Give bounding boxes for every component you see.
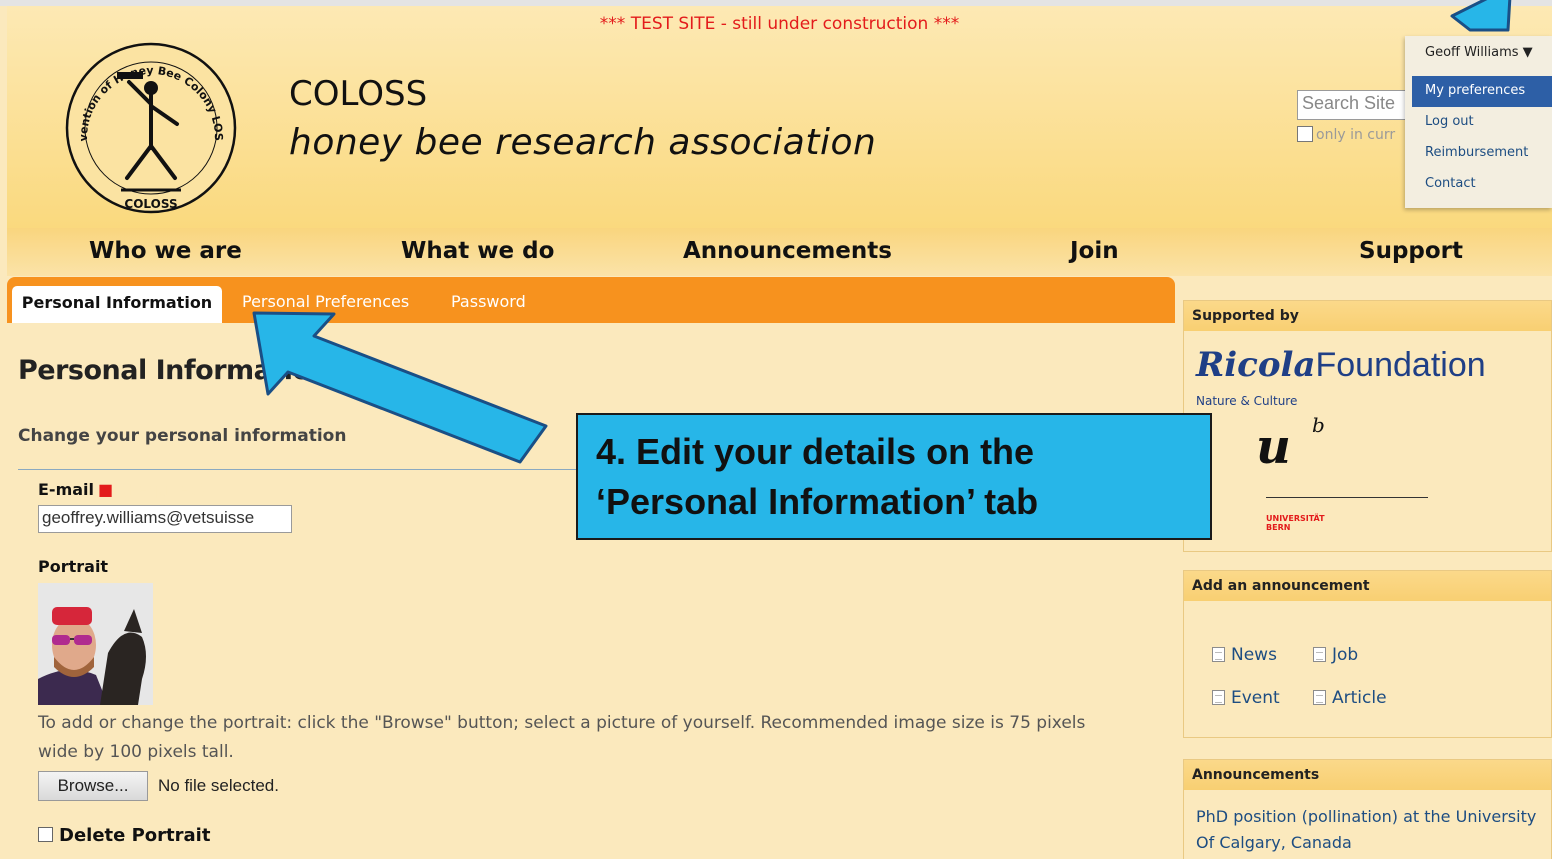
nav-join[interactable]: Join xyxy=(1070,238,1119,264)
delete-portrait-label: Delete Portrait xyxy=(59,825,211,846)
announcements-box: Announcements PhD position (pollination)… xyxy=(1183,759,1552,859)
add-job-link[interactable]: Job xyxy=(1313,645,1358,665)
page: *** TEST SITE - still under construction… xyxy=(0,0,1552,859)
email-label-text: E-mail xyxy=(38,480,95,499)
unibern-logo-rule xyxy=(1266,497,1428,498)
callout-text: 4. Edit your details on the ‘Personal In… xyxy=(596,427,1192,527)
test-site-banner: *** TEST SITE - still under construction… xyxy=(599,14,960,34)
add-announcement-heading: Add an announcement xyxy=(1184,571,1551,601)
email-label: E-mail ■ (Required) xyxy=(38,480,205,499)
page-subtitle: Change your personal information xyxy=(18,426,347,446)
unibern-logo-text: UNIVERSITÄT BERN xyxy=(1266,514,1325,532)
announcement-link[interactable]: PhD position (pollination) at the Univer… xyxy=(1196,804,1552,856)
instruction-callout: 4. Edit your details on the ‘Personal In… xyxy=(576,413,1212,540)
ricola-foundation-logo[interactable]: RicolaFoundation xyxy=(1196,345,1486,385)
add-news-link[interactable]: News xyxy=(1212,645,1277,665)
delete-portrait-option[interactable]: Delete Portrait xyxy=(38,825,210,846)
add-announcement-box: Add an announcement News Job Event Artic… xyxy=(1183,570,1552,738)
logo-name: COLOSS xyxy=(124,197,177,211)
add-article-link[interactable]: Article xyxy=(1313,688,1387,708)
callout-line-2: ‘Personal Information’ tab xyxy=(596,481,1039,522)
search-scope-option[interactable]: only in curr xyxy=(1297,126,1395,143)
unibern-name-1: UNIVERSITÄT xyxy=(1266,514,1325,523)
main-nav: Who we are What we do Announcements Join… xyxy=(7,228,1552,276)
site-title[interactable]: COLOSS xyxy=(289,74,427,114)
unibern-logo-b: b xyxy=(1312,413,1325,437)
nav-support[interactable]: Support xyxy=(1359,238,1463,264)
required-marker: ■ xyxy=(98,480,114,499)
portrait-help-text: To add or change the portrait: click the… xyxy=(38,713,1086,762)
email-field[interactable]: geoffrey.williams@vetsuisse xyxy=(38,505,292,533)
document-icon xyxy=(1212,690,1225,705)
required-text: (Required) xyxy=(121,480,205,499)
supported-by-heading: Supported by xyxy=(1184,301,1551,331)
ricola-brand: Ricola xyxy=(1196,345,1316,385)
site-tagline: honey bee research association xyxy=(289,122,877,163)
tab-password[interactable]: Password xyxy=(451,292,526,311)
tab-personal-preferences[interactable]: Personal Preferences xyxy=(242,292,409,311)
supported-by-box: Supported by RicolaFoundation Nature & C… xyxy=(1183,300,1552,552)
preferences-tabbar: Personal Information Personal Preference… xyxy=(7,277,1175,323)
tab-personal-information[interactable]: Personal Information xyxy=(12,286,222,323)
coloss-logo[interactable]: Prevention of Honey Bee Colony LOSSes CO… xyxy=(65,42,237,214)
user-menu-list: My preferences Log out Reimbursement Con… xyxy=(1412,76,1552,200)
announcements-heading: Announcements xyxy=(1184,760,1551,790)
browse-button[interactable]: Browse... xyxy=(38,771,148,801)
page-title: Personal Information xyxy=(18,355,330,386)
menu-item-reimbursement[interactable]: Reimbursement xyxy=(1412,138,1552,169)
menu-item-my-preferences[interactable]: My preferences xyxy=(1412,76,1552,107)
nav-what-we-do[interactable]: What we do xyxy=(401,238,554,264)
document-icon xyxy=(1313,690,1326,705)
menu-item-contact[interactable]: Contact xyxy=(1412,169,1552,200)
add-job-label: Job xyxy=(1332,645,1359,665)
add-news-label: News xyxy=(1231,645,1277,665)
document-icon xyxy=(1313,647,1326,662)
add-event-label: Event xyxy=(1231,688,1280,708)
add-event-link[interactable]: Event xyxy=(1212,688,1280,708)
search-scope-checkbox[interactable] xyxy=(1297,126,1313,142)
ricola-tagline: Nature & Culture xyxy=(1196,394,1298,408)
add-article-label: Article xyxy=(1332,688,1387,708)
unibern-name-2: BERN xyxy=(1266,523,1291,532)
portrait-label: Portrait xyxy=(38,557,109,576)
document-icon xyxy=(1212,647,1225,662)
ricola-foundation-word: Foundation xyxy=(1315,346,1486,384)
user-menu-toggle[interactable]: Geoff Williams ▼ xyxy=(1425,45,1533,60)
unibern-logo-u[interactable]: u xyxy=(1256,419,1291,475)
nav-announcements[interactable]: Announcements xyxy=(683,238,892,264)
search-scope-label: only in curr xyxy=(1316,127,1396,143)
file-status: No file selected. xyxy=(158,776,279,795)
menu-item-log-out[interactable]: Log out xyxy=(1412,107,1552,138)
nav-who-we-are[interactable]: Who we are xyxy=(89,238,242,264)
portrait-image xyxy=(38,583,153,705)
delete-portrait-checkbox[interactable] xyxy=(38,827,53,842)
callout-line-1: 4. Edit your details on the xyxy=(596,431,1035,472)
site-header: *** TEST SITE - still under construction… xyxy=(7,6,1552,228)
